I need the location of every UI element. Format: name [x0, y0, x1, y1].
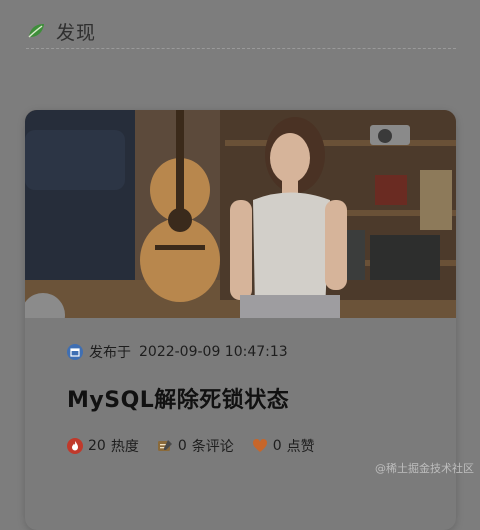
calendar-icon	[67, 344, 83, 360]
comment-stat[interactable]: 0 条评论	[157, 436, 234, 456]
heart-icon	[252, 438, 267, 452]
watermark: @稀土掘金技术社区	[375, 462, 474, 475]
heat-count: 20	[88, 438, 106, 454]
publish-label: 发布于	[89, 345, 131, 361]
post-stats: 20 热度 0 条评论 0 点赞	[67, 436, 333, 456]
like-count: 0	[272, 438, 282, 454]
like-label: 点赞	[286, 439, 315, 455]
post-cover-image[interactable]	[25, 110, 456, 318]
leaf-icon	[28, 24, 44, 38]
post-title[interactable]: MySQL解除死锁状态	[67, 382, 289, 414]
heat-stat: 20 热度	[67, 436, 139, 456]
header-divider	[26, 48, 456, 49]
publish-time: 2022-09-09 10:47:13	[139, 344, 288, 360]
comment-label: 条评论	[191, 439, 234, 455]
publish-info: 发布于 2022-09-09 10:47:13	[67, 342, 288, 362]
comment-count: 0	[177, 438, 187, 454]
page-title: 发现	[56, 21, 97, 44]
comment-icon	[157, 440, 172, 451]
page-header: 发现	[26, 14, 456, 48]
like-stat[interactable]: 0 点赞	[252, 436, 315, 456]
heat-label: 热度	[110, 439, 139, 455]
fire-icon	[67, 438, 83, 454]
